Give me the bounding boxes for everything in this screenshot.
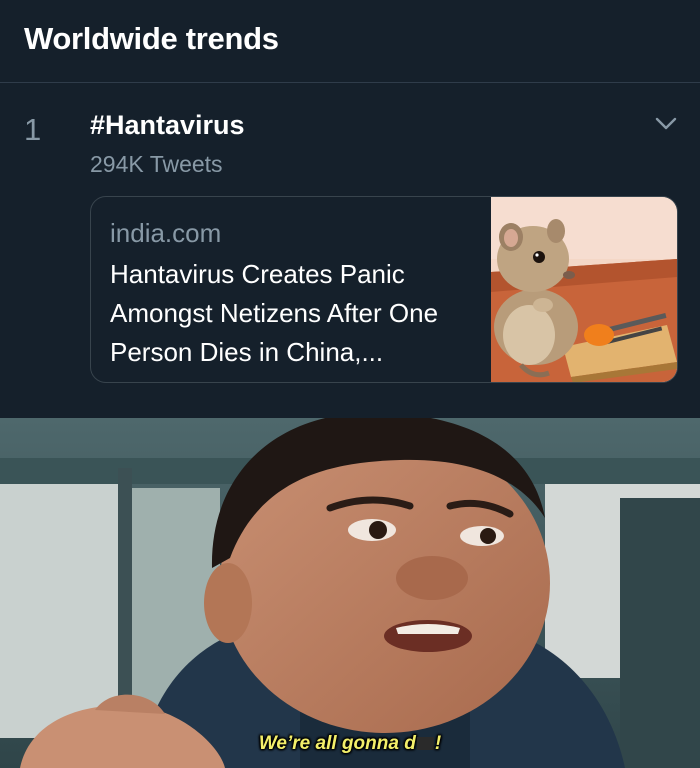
card-source: india.com xyxy=(110,218,222,248)
trends-panel: Worldwide trends 1 #Hantavirus 294K Twee… xyxy=(0,0,700,418)
news-card[interactable]: india.com Hantavirus Creates Panic Among… xyxy=(90,196,678,383)
section-title: Worldwide trends xyxy=(24,21,279,56)
meme-photo xyxy=(0,418,700,768)
trend-rank: 1 xyxy=(24,112,42,147)
caption-end: ! xyxy=(434,733,442,754)
trend-name[interactable]: #Hantavirus xyxy=(90,110,245,141)
section-header: Worldwide trends xyxy=(0,0,700,83)
gerbil-mousetrap-thumbnail xyxy=(491,197,677,382)
screenshot: Worldwide trends 1 #Hantavirus 294K Twee… xyxy=(0,0,700,768)
caption-text: We’re all gonna d xyxy=(258,733,416,754)
car-interior-photo xyxy=(0,418,700,768)
meme-caption: We’re all gonna d! xyxy=(0,733,700,755)
card-headline: Hantavirus Creates Panic Amongst Netizen… xyxy=(110,259,439,367)
tweet-count: 294K Tweets xyxy=(90,151,223,177)
censor-bar xyxy=(416,737,434,750)
chevron-down-icon[interactable] xyxy=(652,110,680,138)
